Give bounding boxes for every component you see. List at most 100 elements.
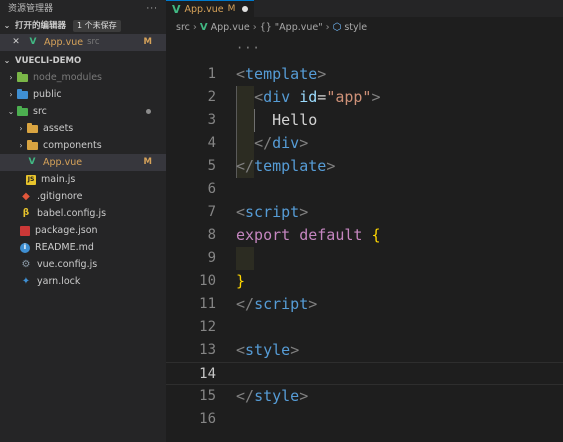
editor-area: V App.vue M src › V App.vue › {} "App.vu… — [166, 0, 563, 442]
line-number: 4 — [207, 135, 216, 151]
vue-file-icon: V — [199, 22, 208, 33]
code-line: 8 export default { — [166, 224, 563, 247]
code-line: 9 — [166, 247, 563, 270]
tree-item-public[interactable]: › public — [0, 86, 166, 103]
code-line: 5 </template> — [166, 155, 563, 178]
open-editors-label: 打开的编辑器 — [15, 21, 67, 31]
line-number: 7 — [207, 204, 216, 220]
tree-item-yarn-lock[interactable]: ✦ yarn.lock — [0, 273, 166, 290]
open-editor-path: src — [87, 37, 100, 47]
tree-item-label: main.js — [41, 174, 76, 185]
tab-bar: V App.vue M — [166, 0, 563, 17]
tab-app-vue[interactable]: V App.vue M — [166, 0, 255, 17]
code-text: Hello — [272, 111, 318, 129]
code-line: 15 </style> — [166, 385, 563, 408]
close-icon[interactable]: ✕ — [10, 37, 22, 49]
config-icon: ⚙ — [21, 259, 31, 270]
line-number: 6 — [207, 181, 216, 197]
breadcrumb-component[interactable]: {} "App.vue" — [260, 17, 323, 39]
line-number: 8 — [207, 227, 216, 243]
git-icon: ◆ — [22, 191, 30, 202]
code-text: </template> — [236, 157, 336, 175]
tree-item-assets[interactable]: › assets — [0, 120, 166, 137]
line-number: 15 — [199, 388, 216, 404]
code-text: export default { — [236, 226, 381, 244]
explorer-title: 资源管理器 — [8, 4, 54, 14]
code-line: 1 <template> — [166, 63, 563, 86]
line-number: 1 — [207, 66, 216, 82]
line-number: 5 — [207, 158, 216, 174]
tree-item-label: src — [33, 106, 47, 117]
modified-badge: M — [143, 37, 152, 47]
unsaved-dot-icon[interactable] — [242, 6, 249, 12]
code-text: <script> — [236, 203, 309, 221]
code-line: 16 — [166, 408, 563, 431]
npm-icon — [20, 225, 30, 236]
folder-icon — [26, 139, 38, 152]
unsaved-badge: 1 个未保存 — [73, 20, 121, 32]
tree-item-babel-config[interactable]: β babel.config.js — [0, 205, 166, 222]
vue-file-icon: V — [29, 37, 37, 47]
folder-open-icon — [16, 105, 28, 118]
line-number: 13 — [199, 342, 216, 358]
project-header[interactable]: ⌄ VUECLI-DEMO — [0, 53, 166, 69]
line-number: 10 — [199, 273, 216, 289]
code-line: 10 } — [166, 270, 563, 293]
tree-item-gitignore[interactable]: ◆ .gitignore — [0, 188, 166, 205]
code-line: 3 Hello — [166, 109, 563, 132]
code-line-current: 14 — [166, 362, 563, 385]
tree-item-label: README.md — [35, 242, 94, 253]
line-number: 2 — [207, 89, 216, 105]
code-text: </script> — [236, 295, 318, 313]
breadcrumb-file[interactable]: App.vue — [211, 17, 250, 39]
breadcrumb-src[interactable]: src — [176, 17, 190, 39]
folder-icon — [16, 88, 28, 101]
open-editor-filename: App.vue — [44, 37, 84, 48]
tree-item-label: node_modules — [33, 72, 103, 83]
tree-item-package-json[interactable]: package.json — [0, 222, 166, 239]
chevron-down-icon: ⌄ — [7, 107, 15, 116]
code-line: 6 — [166, 178, 563, 201]
code-line: 2 <div id="app"> — [166, 86, 563, 109]
chevron-right-icon: › — [325, 22, 330, 33]
modified-dot — [146, 109, 151, 114]
breadcrumb-symbol[interactable]: style — [344, 17, 367, 39]
js-file-icon: JS — [26, 174, 36, 185]
more-actions-icon[interactable]: ··· — [146, 0, 158, 18]
line-number: 14 — [199, 366, 216, 382]
tree-item-label: public — [33, 89, 62, 100]
code-line: 12 — [166, 316, 563, 339]
tree-item-vue-config[interactable]: ⚙ vue.config.js — [0, 256, 166, 273]
explorer-title-bar: 资源管理器 ··· — [0, 0, 166, 18]
tree-item-components[interactable]: › components — [0, 137, 166, 154]
code-line: 7 <script> — [166, 201, 563, 224]
tree-item-src[interactable]: ⌄ src — [0, 103, 166, 120]
tree-item-app-vue[interactable]: V App.vue M — [0, 154, 166, 171]
vue-file-icon: V — [172, 2, 181, 16]
chevron-right-icon: › — [19, 124, 23, 133]
tree-item-label: package.json — [35, 225, 98, 236]
chevron-right-icon: › — [192, 22, 197, 33]
tree-item-label: vue.config.js — [37, 259, 98, 270]
code-line: 4 </div> — [166, 132, 563, 155]
modified-badge: M — [143, 157, 152, 167]
tree-item-label: components — [43, 140, 102, 151]
code-line: 11 </script> — [166, 293, 563, 316]
open-editors-header[interactable]: ⌄ 打开的编辑器 1 个未保存 — [0, 18, 166, 34]
babel-icon: β — [22, 208, 30, 218]
tree-item-label: yarn.lock — [37, 276, 81, 287]
chevron-down-icon: ⌄ — [3, 21, 11, 30]
chevron-right-icon: › — [9, 90, 13, 99]
code-text: <div id="app"> — [254, 88, 381, 106]
chevron-right-icon: › — [252, 22, 257, 33]
line-number: 16 — [199, 411, 216, 427]
tree-item-node-modules[interactable]: › node_modules — [0, 69, 166, 86]
tree-item-readme[interactable]: i README.md — [0, 239, 166, 256]
folded-ellipsis: ··· — [236, 41, 261, 55]
code-text: </div> — [254, 134, 309, 152]
tree-item-main-js[interactable]: JS main.js — [0, 171, 166, 188]
chevron-down-icon: ⌄ — [3, 56, 11, 65]
tree-item-label: App.vue — [43, 157, 83, 168]
open-editor-item-app-vue[interactable]: ✕ V App.vue src M — [0, 34, 166, 51]
tab-label: App.vue — [184, 3, 224, 15]
